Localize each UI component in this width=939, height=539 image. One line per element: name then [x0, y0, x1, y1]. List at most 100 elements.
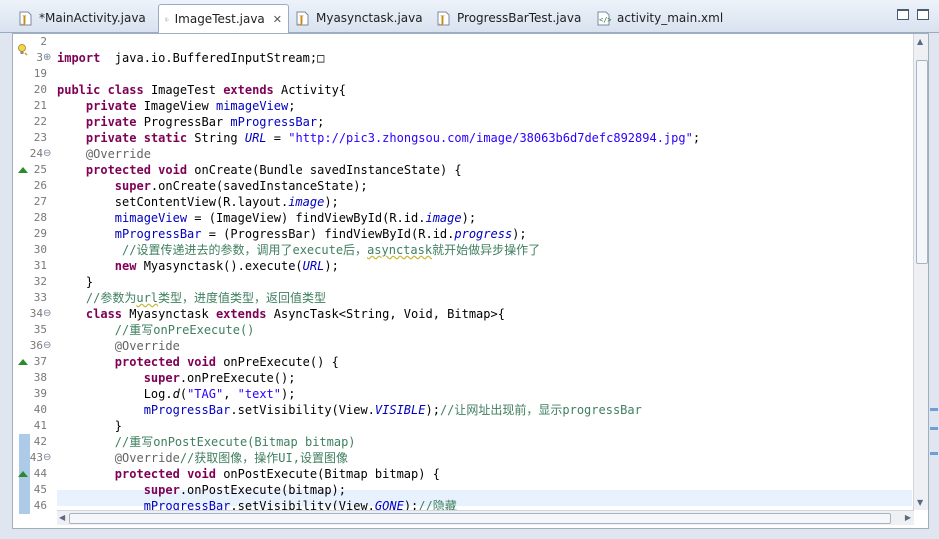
code-line: //重写onPreExecute()	[57, 322, 255, 338]
close-icon[interactable]: ✕	[273, 13, 282, 26]
code-line: private static String URL = "http://pic3…	[57, 130, 700, 146]
code-token: 就开始做异步操作了	[432, 243, 541, 257]
code-token: □	[317, 51, 325, 65]
ruler-marker[interactable]	[930, 427, 938, 430]
code-token: );	[281, 387, 296, 401]
vertical-scroll-thumb[interactable]	[916, 60, 928, 264]
code-token: protected	[114, 467, 180, 481]
code-token: );	[403, 499, 419, 510]
tab-progressbartest[interactable]: J ProgressBarTest.java	[430, 6, 590, 30]
minimize-icon[interactable]	[897, 9, 909, 20]
code-token: //重写onPostExecute(Bitmap bitmap)	[114, 435, 356, 449]
line-number: 43	[29, 451, 43, 464]
java-file-icon: J	[165, 17, 169, 21]
code-token: );	[425, 403, 440, 417]
collapse-fold-icon[interactable]: ⊖	[43, 306, 52, 322]
code-token: mProgressBar	[143, 499, 231, 510]
tab-mainactivity[interactable]: J *MainActivity.java	[12, 6, 160, 30]
collapse-fold-icon[interactable]: ⊖	[43, 450, 52, 466]
code-token: mProgressBar	[230, 115, 318, 129]
horizontal-scroll-thumb[interactable]	[69, 513, 891, 524]
code-line: super.onCreate(savedInstanceState);	[57, 178, 368, 194]
code-token: .setVisibility(View.	[230, 499, 375, 510]
code-token: @Override	[85, 147, 151, 161]
xml-file-icon: </>	[597, 11, 611, 25]
tab-activity-main-xml[interactable]: </> activity_main.xml	[590, 6, 740, 30]
line-number: 19	[33, 67, 47, 80]
code-token: //隐藏	[418, 499, 457, 510]
editor-tab-bar: J *MainActivity.java J ImageTest.java ✕ …	[0, 0, 939, 33]
line-number-gutter: 2 3 ⊕ 19 20 21 22 23 24 ⊖ 25 26 27 28 29 30 31 32 33 34 ⊖ 35 3…	[13, 34, 53, 514]
line-number: 22	[33, 115, 47, 128]
line-number: 31	[33, 259, 47, 272]
code-line: }	[57, 274, 93, 290]
code-token: private	[85, 115, 137, 129]
code-token: static	[143, 131, 188, 145]
code-token: @Override	[114, 451, 180, 465]
line-number: 20	[33, 83, 47, 96]
code-text-area[interactable]: import java.io.BufferedInputStream;□ publ…	[57, 34, 912, 510]
code-token: = (ImageView) findViewById(R.id.	[187, 211, 426, 225]
tab-imagetest[interactable]: J ImageTest.java ✕	[158, 4, 289, 33]
code-token: ImageView	[136, 99, 216, 113]
maximize-icon[interactable]	[917, 9, 929, 20]
code-token: );	[324, 195, 339, 209]
code-token: .onPreExecute();	[179, 371, 296, 385]
line-number: 44	[33, 467, 47, 480]
scroll-right-icon[interactable]: ▶	[905, 513, 911, 522]
code-line: @Override//获取图像，操作UI,设置图像	[57, 450, 348, 466]
tab-label: *MainActivity.java	[39, 11, 146, 25]
code-token: Activity{	[273, 83, 347, 97]
code-token: private	[85, 131, 137, 145]
code-editor[interactable]: 2 3 ⊕ 19 20 21 22 23 24 ⊖ 25 26 27 28 29 30 31 32 33 34 ⊖ 35 3…	[12, 33, 929, 529]
code-line: @Override	[57, 146, 151, 162]
code-line: new Myasynctask().execute(URL);	[57, 258, 339, 274]
collapse-fold-icon[interactable]: ⊖	[43, 338, 52, 354]
code-token: setContentView(R.layout.	[57, 195, 289, 209]
scroll-left-icon[interactable]: ◀	[59, 513, 65, 522]
line-number: 28	[33, 211, 47, 224]
tab-label: Myasynctask.java	[316, 11, 423, 25]
code-token: mProgressBar	[114, 227, 202, 241]
scroll-up-icon[interactable]: ▲	[917, 37, 923, 46]
code-token: //参数为	[85, 291, 137, 305]
code-line: protected void onCreate(Bundle savedInst…	[57, 162, 462, 178]
line-number: 24	[29, 147, 43, 160]
ruler-marker[interactable]	[930, 452, 938, 455]
line-number: 23	[33, 131, 47, 144]
code-line: private ImageView mimageView;	[57, 98, 296, 114]
line-number: 27	[33, 195, 47, 208]
tab-label: activity_main.xml	[617, 11, 724, 25]
line-number: 39	[33, 387, 47, 400]
code-line: public class ImageTest extends Activity{	[57, 82, 346, 98]
code-token: mProgressBar	[143, 403, 231, 417]
code-token: 类型，进度值类型，返回值类型	[158, 291, 327, 305]
line-number: 41	[33, 419, 47, 432]
scroll-down-icon[interactable]: ▼	[917, 498, 923, 507]
code-line: Log.d("TAG", "text");	[57, 386, 296, 402]
expand-fold-icon[interactable]: ⊕	[43, 50, 52, 66]
code-token: VISIBLE	[374, 403, 426, 417]
collapse-fold-icon[interactable]: ⊖	[43, 146, 52, 162]
vertical-scrollbar[interactable]: ▲ ▼	[913, 34, 928, 510]
code-line: super.onPreExecute();	[57, 370, 296, 386]
line-number: 34	[29, 307, 43, 320]
overview-ruler[interactable]	[929, 33, 939, 527]
code-token: //设置传递进去的参数，调用了execute后，	[122, 243, 368, 257]
ruler-marker[interactable]	[930, 408, 938, 411]
horizontal-scrollbar[interactable]: ◀ ▶	[57, 510, 914, 525]
tab-myasynctask[interactable]: J Myasynctask.java	[289, 6, 429, 30]
code-line: mProgressBar.setVisibility(View.VISIBLE)…	[57, 402, 642, 418]
